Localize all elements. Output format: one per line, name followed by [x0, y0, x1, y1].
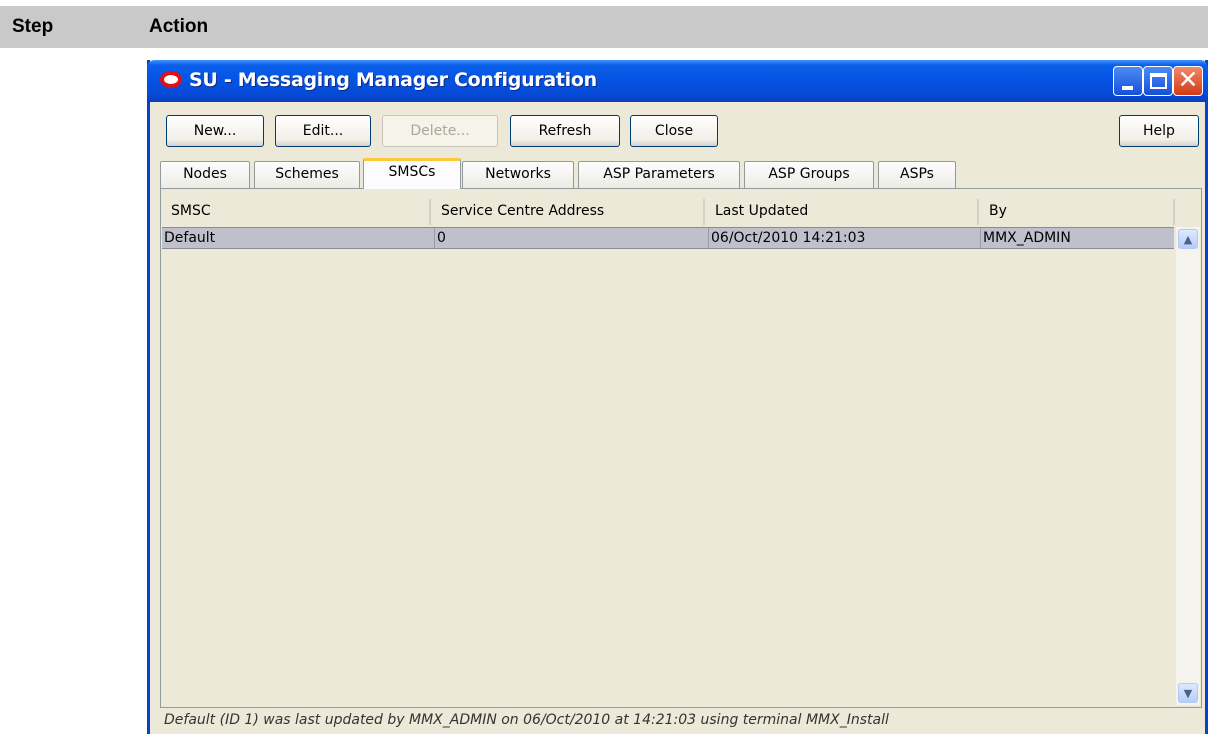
tab-asp-parameters[interactable]: ASP Parameters: [578, 161, 740, 188]
edit-button[interactable]: Edit...: [275, 115, 371, 147]
step-action-header: Step Action: [0, 6, 1208, 48]
maximize-icon: [1150, 73, 1167, 89]
close-button[interactable]: Close: [630, 115, 718, 147]
column-header-by[interactable]: By: [979, 199, 1175, 225]
column-header-smsc[interactable]: SMSC: [161, 199, 431, 225]
action-heading: Action: [149, 16, 209, 37]
scroll-up-icon[interactable]: ▲: [1178, 229, 1198, 249]
close-window-button[interactable]: ✕: [1173, 65, 1203, 96]
tab-nodes[interactable]: Nodes: [160, 161, 250, 188]
tab-networks[interactable]: Networks: [462, 161, 574, 188]
refresh-button[interactable]: Refresh: [510, 115, 620, 147]
cell-service-centre-address: 0: [434, 228, 706, 248]
delete-button[interactable]: Delete...: [382, 115, 498, 147]
smsc-table: SMSC Service Centre Address Last Updated…: [160, 188, 1202, 708]
table-row[interactable]: Default 0 06/Oct/2010 14:21:03 MMX_ADMIN: [162, 227, 1174, 249]
tab-asp-groups[interactable]: ASP Groups: [744, 161, 874, 188]
messaging-manager-window: SU - Messaging Manager Configuration ✕ N…: [147, 60, 1208, 734]
step-heading: Step: [12, 16, 54, 37]
cell-by: MMX_ADMIN: [980, 228, 1172, 248]
oracle-logo-icon: [160, 71, 182, 88]
tab-smscs[interactable]: SMSCs: [363, 158, 461, 189]
cell-last-updated: 06/Oct/2010 14:21:03: [708, 228, 980, 248]
column-header-service-centre-address[interactable]: Service Centre Address: [431, 199, 705, 225]
maximize-button[interactable]: [1143, 66, 1173, 96]
new-button[interactable]: New...: [166, 115, 264, 147]
cell-smsc: Default: [164, 230, 216, 246]
help-button[interactable]: Help: [1119, 115, 1199, 147]
tab-asps[interactable]: ASPs: [878, 161, 956, 188]
close-icon: ✕: [1177, 65, 1199, 94]
tab-schemes[interactable]: Schemes: [254, 161, 360, 188]
vertical-scrollbar[interactable]: ▲ ▼: [1176, 227, 1200, 705]
status-bar: Default (ID 1) was last updated by MMX_A…: [164, 712, 889, 728]
scroll-down-icon[interactable]: ▼: [1178, 683, 1198, 703]
minimize-icon: [1122, 86, 1133, 90]
minimize-button[interactable]: [1113, 66, 1143, 96]
window-titlebar[interactable]: SU - Messaging Manager Configuration ✕: [147, 60, 1208, 102]
window-title: SU - Messaging Manager Configuration: [189, 69, 597, 91]
column-header-last-updated[interactable]: Last Updated: [705, 199, 979, 225]
